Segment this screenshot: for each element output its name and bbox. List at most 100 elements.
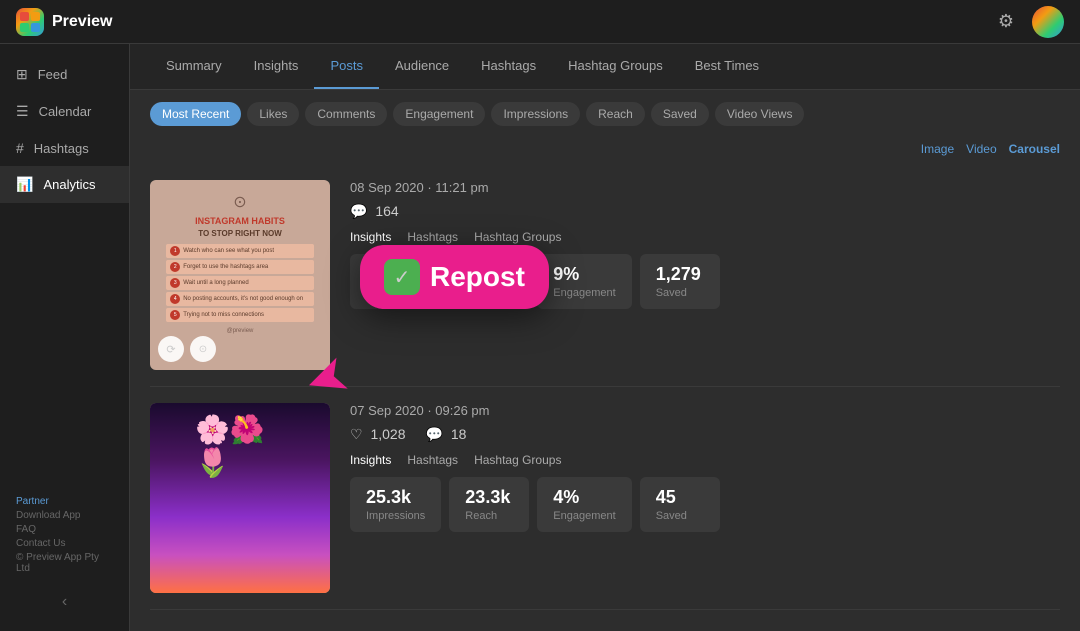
- filter-most-recent[interactable]: Most Recent: [150, 102, 241, 126]
- type-carousel[interactable]: Carousel: [1009, 142, 1060, 156]
- instagram-logo-icon: ⊙: [233, 192, 246, 212]
- post-tab-hashtags-2[interactable]: Hashtags: [407, 453, 458, 467]
- feed-icon: ⊞: [16, 66, 28, 83]
- post-sub-tabs-1: Insights Hashtags Hashtag Groups: [350, 230, 1060, 244]
- filter-likes[interactable]: Likes: [247, 102, 299, 126]
- hashtag-icon: #: [16, 140, 24, 156]
- sidebar-item-calendar[interactable]: ☰ Calendar: [0, 93, 129, 130]
- type-image[interactable]: Image: [921, 142, 954, 156]
- app-title: Preview: [52, 13, 112, 31]
- metric-value: 4%: [553, 487, 615, 508]
- ig-habit-5: 5Trying not to miss connections: [166, 308, 314, 322]
- avatar[interactable]: [1032, 6, 1064, 38]
- main-content: Summary Insights Posts Audience Hashtags…: [130, 44, 1080, 631]
- tab-insights[interactable]: Insights: [238, 44, 315, 89]
- header-icons: ⚙: [992, 6, 1064, 38]
- metric-label: Saved: [656, 510, 704, 522]
- logo-dot-green: [20, 23, 29, 32]
- filter-comments[interactable]: Comments: [305, 102, 387, 126]
- filter-bar: Most Recent Likes Comments Engagement Im…: [130, 90, 1080, 138]
- sidebar-item-feed[interactable]: ⊞ Feed: [0, 56, 129, 93]
- metric-engagement-1: 9% Engagement: [537, 254, 631, 309]
- sidebar: ⊞ Feed ☰ Calendar # Hashtags 📊 Analytics…: [0, 44, 130, 631]
- post-thumbnail-1[interactable]: ⊙ INSTAGRAM HABITS TO STOP RIGHT NOW 1Wa…: [150, 180, 330, 370]
- thumb-overlay: ⟳ ⊙: [158, 336, 216, 362]
- sidebar-label-analytics: Analytics: [43, 177, 95, 192]
- post-tab-insights-2[interactable]: Insights: [350, 453, 391, 467]
- filter-engagement[interactable]: Engagement: [393, 102, 485, 126]
- filter-video-views[interactable]: Video Views: [715, 102, 805, 126]
- tab-audience[interactable]: Audience: [379, 44, 465, 89]
- logo-icon: [16, 8, 44, 36]
- metric-value: 23.3k: [465, 487, 513, 508]
- metric-label: Reach: [465, 510, 513, 522]
- sidebar-faq-link[interactable]: FAQ: [16, 524, 113, 535]
- sidebar-contact-link[interactable]: Contact Us: [16, 538, 113, 549]
- post-stats-row-1: 💬 164: [350, 203, 1060, 220]
- post-tab-hashtag-groups-2[interactable]: Hashtag Groups: [474, 453, 561, 467]
- sidebar-copyright: © Preview App Pty Ltd: [16, 552, 113, 574]
- metric-impressions-2: 25.3k Impressions: [350, 477, 441, 532]
- metric-label: Impressions: [366, 510, 425, 522]
- post-info-2: 07 Sep 2020 · 09:26 pm ♡ 1,028 💬 18 Insi…: [350, 403, 1060, 532]
- post-tab-hashtag-groups-1[interactable]: Hashtag Groups: [474, 230, 561, 244]
- metric-saved-1: 1,279 Saved: [640, 254, 720, 309]
- post-thumbnail-2[interactable]: 🌸🌺🌷: [150, 403, 330, 593]
- tab-best-times[interactable]: Best Times: [679, 44, 775, 89]
- comment-count-2: 💬 18: [426, 426, 467, 443]
- ig-habit-1: 1Watch who can see what you post: [166, 244, 314, 258]
- comment-count-1: 💬 164: [350, 203, 399, 220]
- calendar-icon: ☰: [16, 103, 29, 120]
- metric-value: 1,279: [656, 264, 704, 285]
- metric-value: 45: [656, 487, 704, 508]
- metric-engagement-2: 4% Engagement: [537, 477, 631, 532]
- like-count-2: ♡ 1,028: [350, 426, 406, 443]
- post-tab-insights-1[interactable]: Insights: [350, 230, 391, 244]
- filter-impressions[interactable]: Impressions: [491, 102, 580, 126]
- ig-habit-3: 3Wait until a long planned: [166, 276, 314, 290]
- sidebar-item-hashtags[interactable]: # Hashtags: [0, 130, 129, 166]
- sidebar-download-link[interactable]: Download App: [16, 510, 113, 521]
- settings-icon[interactable]: ⚙: [992, 8, 1020, 36]
- filter-reach[interactable]: Reach: [586, 102, 645, 126]
- sidebar-item-analytics[interactable]: 📊 Analytics: [0, 166, 129, 203]
- post-stats-row-2: ♡ 1,028 💬 18: [350, 426, 1060, 443]
- ig-post-subtitle: TO STOP RIGHT NOW: [198, 229, 282, 238]
- sidebar-collapse-button[interactable]: ‹: [0, 585, 129, 619]
- heart-icon: ♡: [350, 426, 363, 442]
- post-item-2: 🌸🌺🌷 07 Sep 2020 · 09:26 pm ♡ 1,028 💬 18: [150, 387, 1060, 610]
- logo-dot-yellow: [31, 12, 40, 21]
- sidebar-footer: Partner Download App FAQ Contact Us © Pr…: [0, 488, 129, 585]
- post-tab-hashtags-1[interactable]: Hashtags: [407, 230, 458, 244]
- metric-label: Engagement: [553, 510, 615, 522]
- filter-saved[interactable]: Saved: [651, 102, 709, 126]
- logo-dot-blue: [31, 23, 40, 32]
- repost-icon-button[interactable]: ⟳: [158, 336, 184, 362]
- flowers-decoration: 🌸🌺🌷: [195, 413, 285, 479]
- post-date-2: 07 Sep 2020 · 09:26 pm: [350, 403, 1060, 418]
- repost-label: Repost: [430, 261, 525, 293]
- sidebar-partner-link[interactable]: Partner: [16, 496, 113, 507]
- tab-summary[interactable]: Summary: [150, 44, 238, 89]
- header: Preview ⚙: [0, 0, 1080, 44]
- top-navigation: Summary Insights Posts Audience Hashtags…: [130, 44, 1080, 90]
- instagram-link-icon[interactable]: ⊙: [190, 336, 216, 362]
- sidebar-label-feed: Feed: [38, 67, 68, 82]
- post-date-1: 08 Sep 2020 · 11:21 pm: [350, 180, 1060, 195]
- ig-habit-4: 4No posting accounts, it's not good enou…: [166, 292, 314, 306]
- type-video[interactable]: Video: [966, 142, 996, 156]
- tab-hashtags[interactable]: Hashtags: [465, 44, 552, 89]
- analytics-icon: 📊: [16, 176, 33, 193]
- post-list: ⊙ INSTAGRAM HABITS TO STOP RIGHT NOW 1Wa…: [130, 164, 1080, 610]
- ig-post-title: INSTAGRAM HABITS: [195, 216, 285, 227]
- metric-label: Engagement: [553, 287, 615, 299]
- main-layout: ⊞ Feed ☰ Calendar # Hashtags 📊 Analytics…: [0, 44, 1080, 631]
- comment-icon: 💬: [350, 203, 367, 219]
- repost-popup[interactable]: ✓ Repost: [360, 245, 549, 309]
- logo-dot-red: [20, 12, 29, 21]
- sidebar-label-calendar: Calendar: [39, 104, 92, 119]
- tab-hashtag-groups[interactable]: Hashtag Groups: [552, 44, 679, 89]
- tab-posts[interactable]: Posts: [314, 44, 379, 89]
- sidebar-spacer: [0, 203, 129, 488]
- type-filter: Image Video Carousel: [130, 138, 1080, 164]
